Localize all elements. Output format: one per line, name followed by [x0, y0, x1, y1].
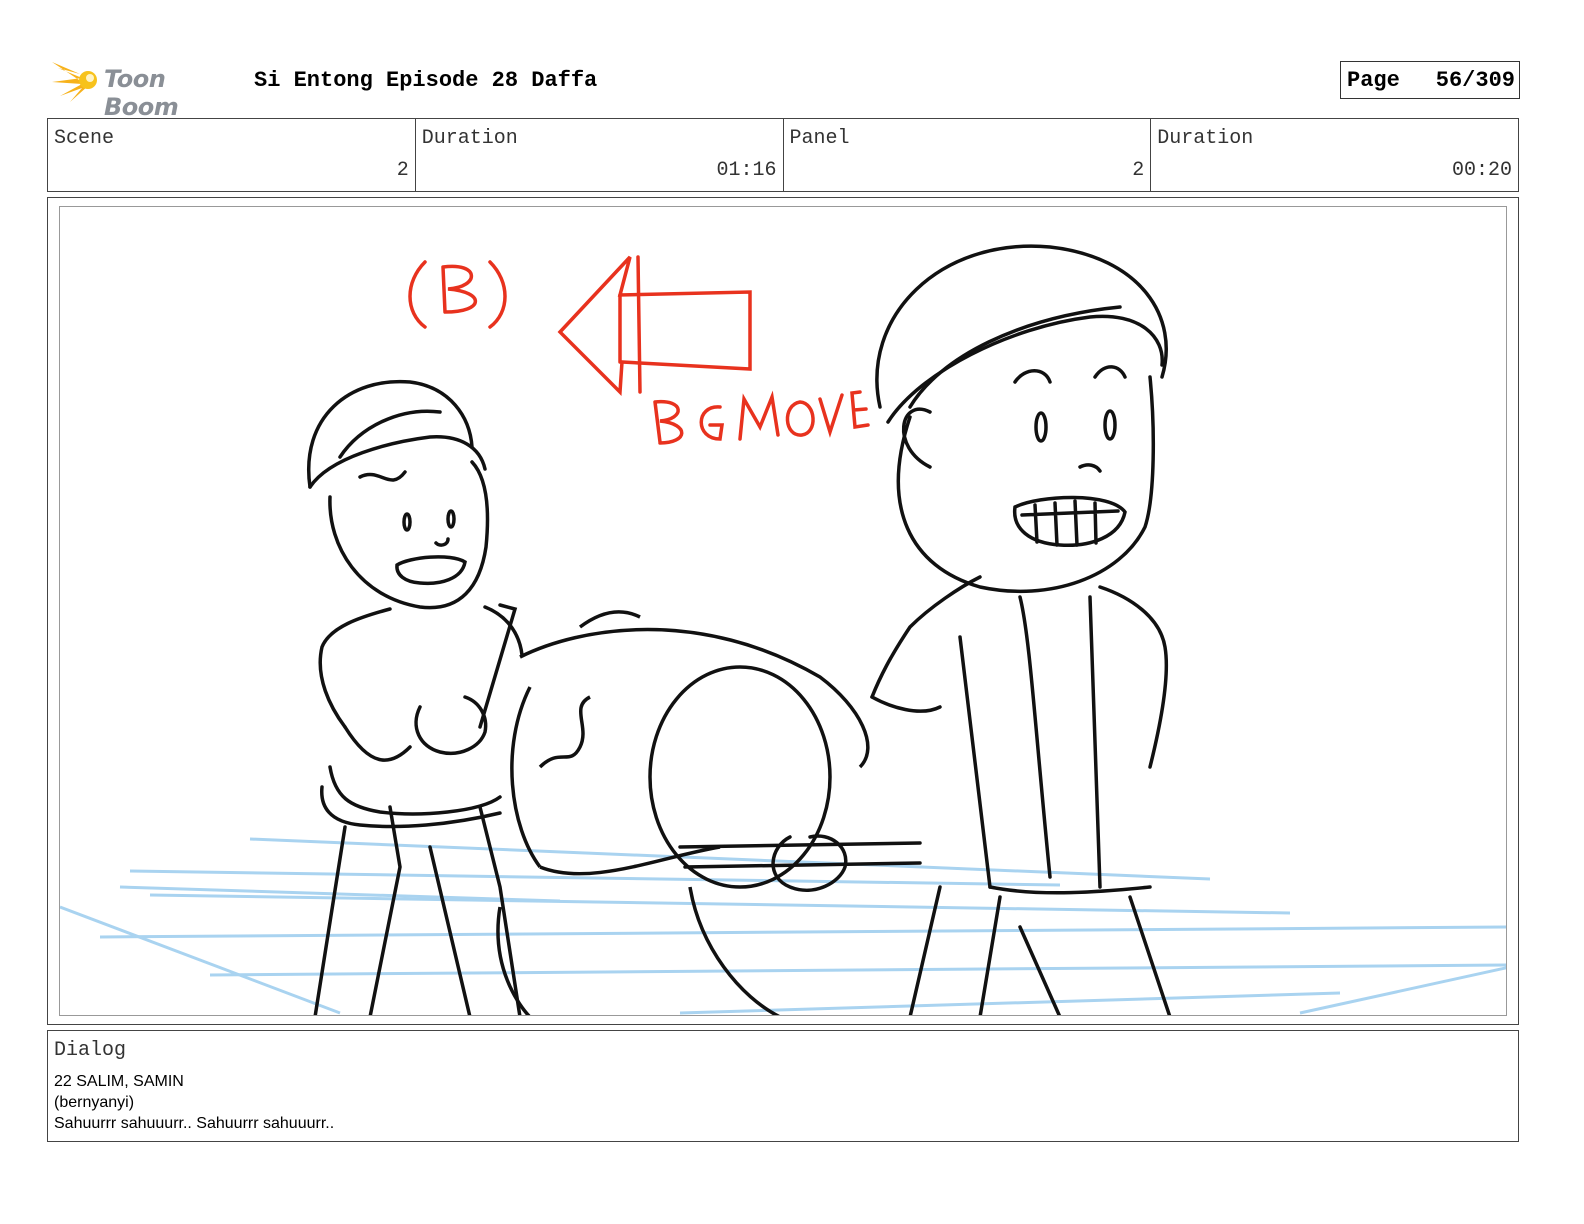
- panel-duration-value: 00:20: [1451, 159, 1512, 182]
- panel-duration-cell: Duration 00:20: [1151, 119, 1518, 191]
- project-title: Si Entong Episode 28 Daffa: [254, 68, 598, 93]
- right-character: [678, 244, 1172, 1015]
- page-label: Page: [1347, 68, 1400, 93]
- dialog-line: (bernyanyi): [54, 1094, 135, 1111]
- storyboard-sketch: [60, 244, 1506, 1015]
- dialog-line: Sahuurrr sahuuurr.. Sahuurrr sahuuurr..: [54, 1115, 335, 1132]
- dialog-lines: 22 SALIM, SAMIN (bernyanyi) Sahuurrr sah…: [54, 1071, 334, 1134]
- bg-move-annotation: [408, 255, 870, 445]
- panel-value: 2: [1132, 159, 1145, 182]
- logo-burst-icon: [52, 62, 97, 102]
- storyboard-panel: [47, 197, 1519, 1025]
- page-header: Toon Boom Si Entong Episode 28 Daffa Pag…: [50, 56, 1520, 121]
- dialog-line: 22 SALIM, SAMIN: [54, 1073, 184, 1090]
- scene-duration-cell: Duration 01:16: [416, 119, 784, 191]
- panel-duration-label: Duration: [1157, 127, 1254, 150]
- scene-duration-value: 01:16: [716, 159, 777, 182]
- panel-cell: Panel 2: [784, 119, 1152, 191]
- dialog-label: Dialog: [54, 1039, 127, 1062]
- scene-label: Scene: [54, 127, 115, 150]
- page-number: 56/309: [1435, 68, 1515, 93]
- logo-text: Toon Boom: [104, 65, 179, 121]
- left-character: [307, 379, 524, 1015]
- scene-cell: Scene 2: [48, 119, 416, 191]
- scene-value: 2: [396, 159, 409, 182]
- annotation-paren-right: [488, 260, 507, 329]
- annotation-text-b: [653, 400, 684, 445]
- annotation-paren-left: [408, 260, 427, 329]
- panel-frame: [59, 206, 1507, 1016]
- left-arrow: [557, 255, 752, 396]
- info-table: Scene 2 Duration 01:16 Panel 2 Duration …: [47, 118, 1519, 192]
- panel-label: Panel: [789, 127, 850, 150]
- dialog-box: Dialog 22 SALIM, SAMIN (bernyanyi) Sahuu…: [47, 1030, 1519, 1142]
- toon-boom-logo: Toon Boom: [50, 56, 240, 121]
- drum: [496, 610, 870, 1015]
- page-indicator: Page 56/309: [1340, 61, 1520, 99]
- annotation-letter-b: [441, 264, 478, 314]
- scene-duration-label: Duration: [421, 127, 518, 150]
